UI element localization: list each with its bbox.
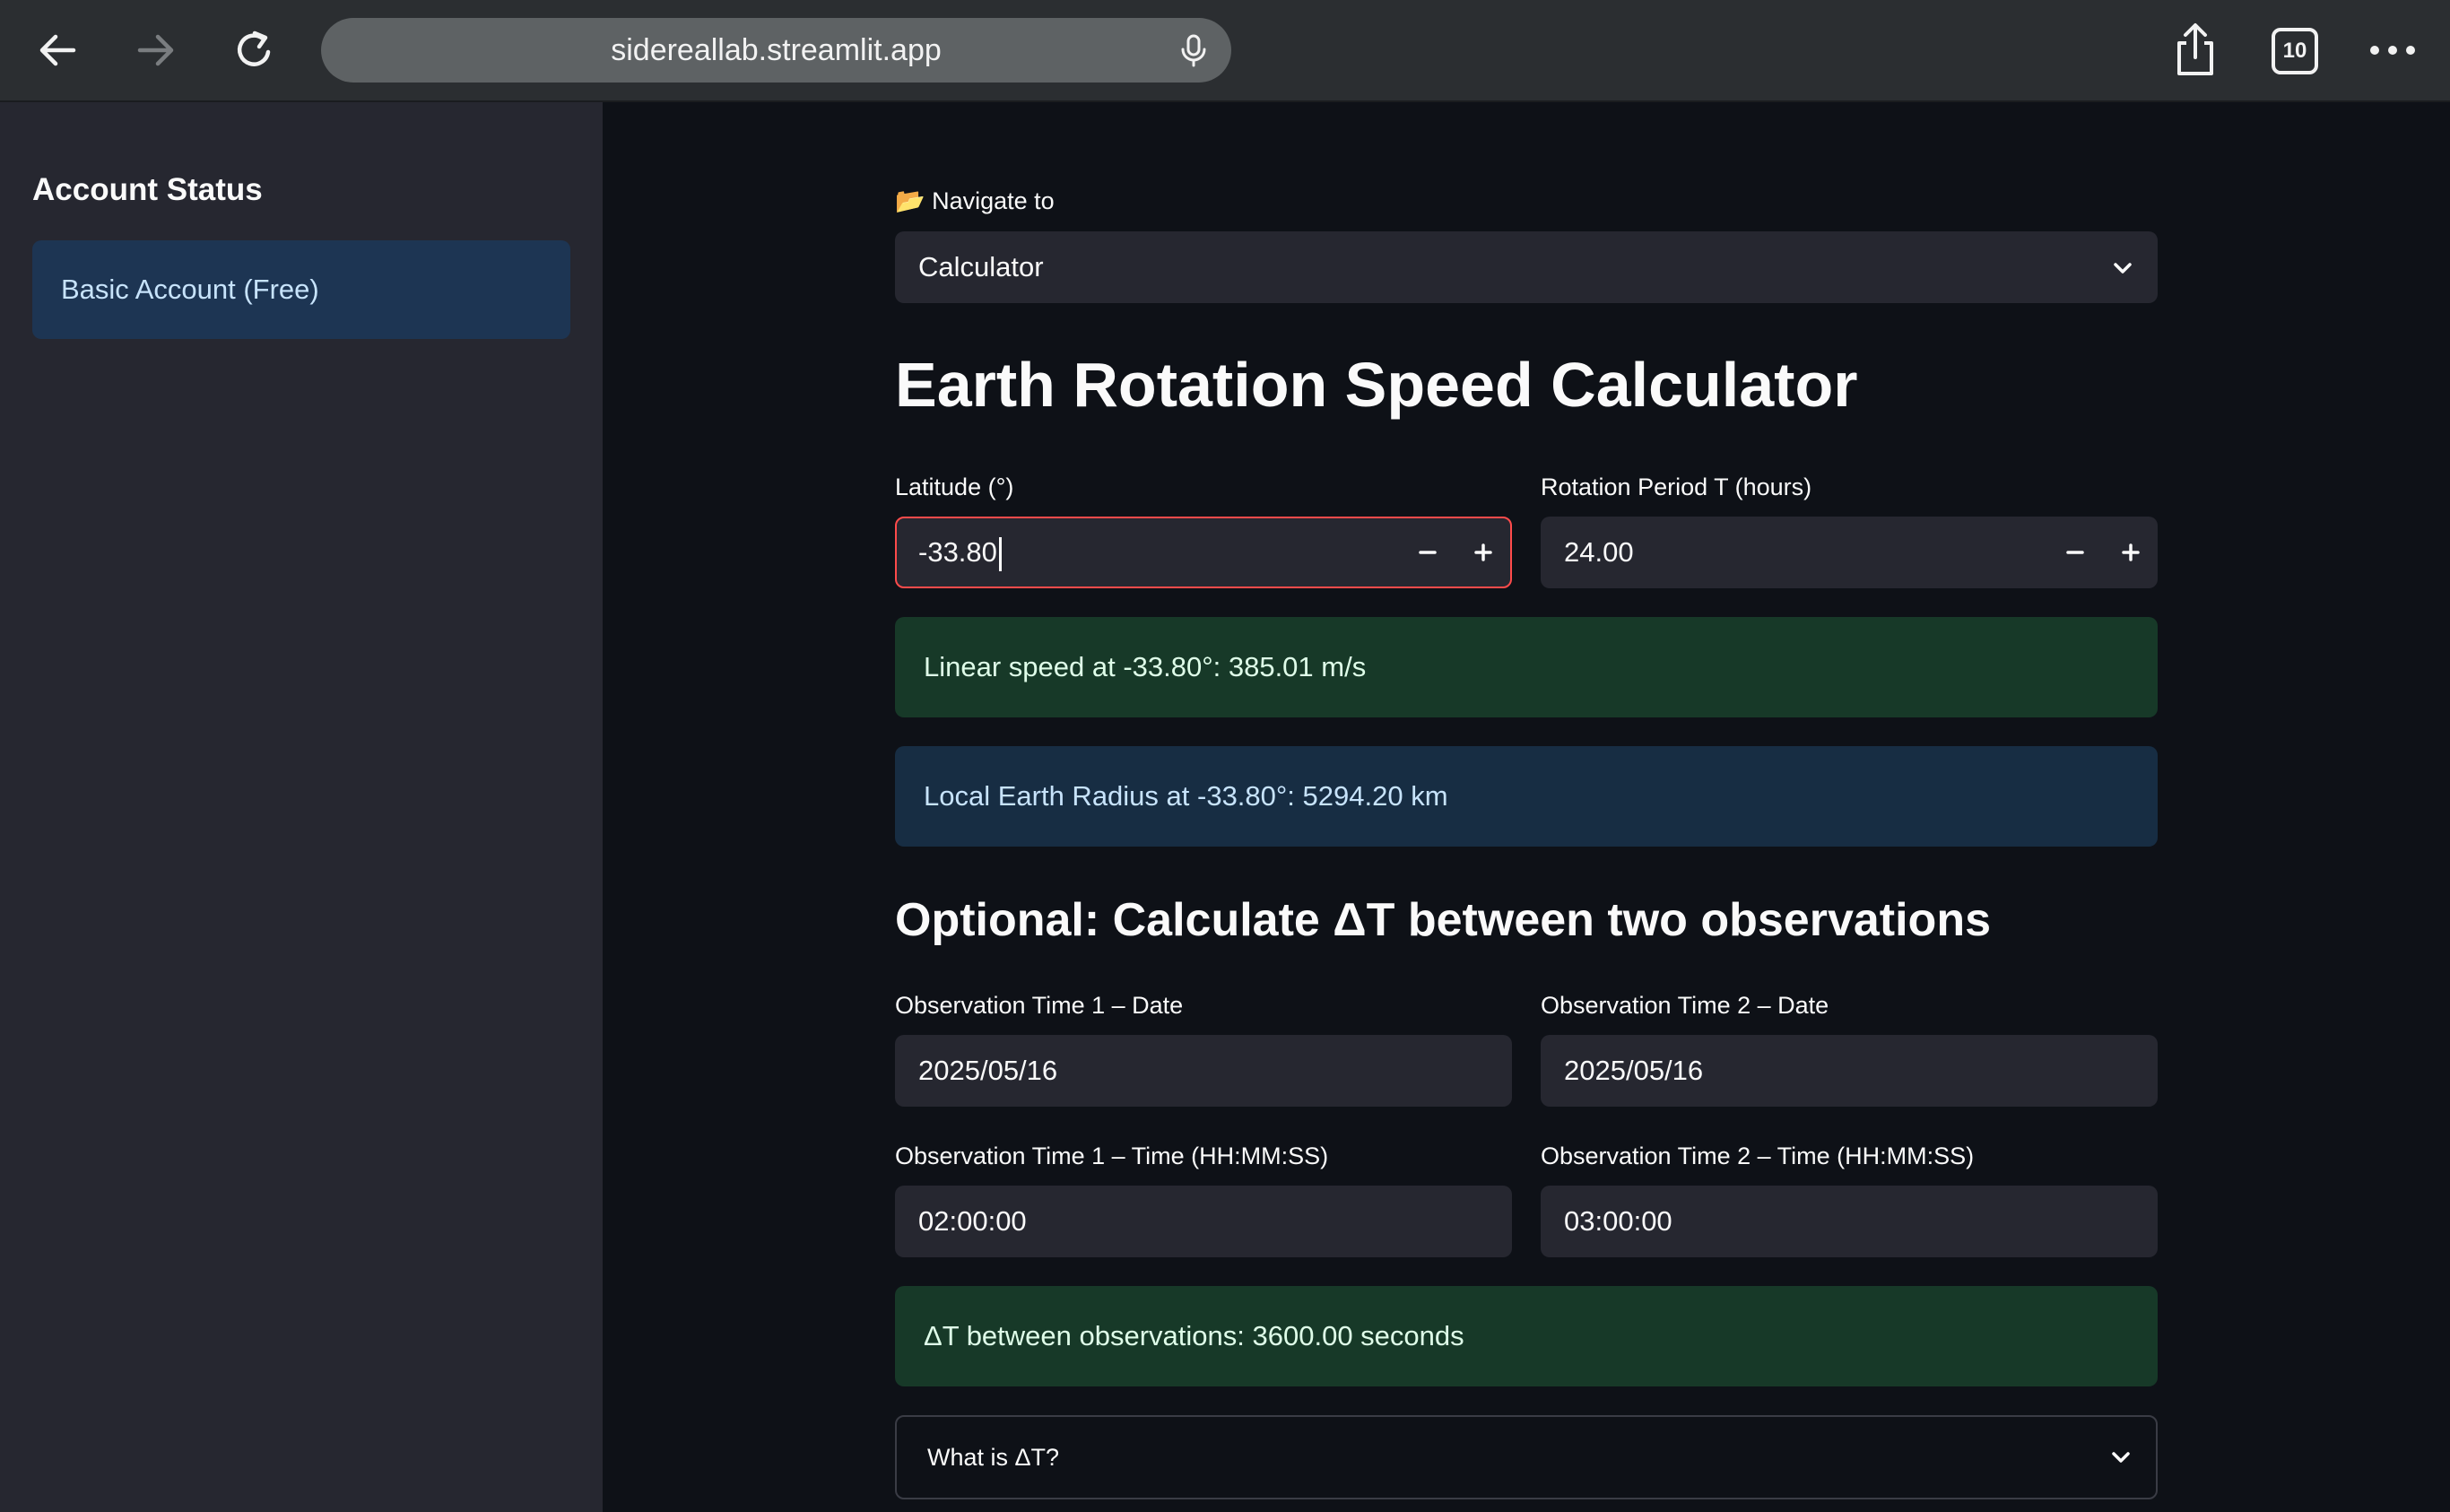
expander-label: What is ΔT?: [927, 1444, 1060, 1471]
tabs-icon[interactable]: 10: [2272, 28, 2318, 74]
delta-t-result: ΔT between observations: 3600.00 seconds: [895, 1286, 2158, 1386]
obs2-time-value: 03:00:00: [1564, 1205, 1672, 1237]
linear-speed-text: Linear speed at -33.80°: 385.01 m/s: [924, 651, 1367, 682]
microphone-icon[interactable]: [1176, 32, 1212, 68]
period-decrement-button[interactable]: [2048, 517, 2102, 588]
obs2-time-input[interactable]: 03:00:00: [1541, 1186, 2158, 1257]
period-increment-button[interactable]: [2104, 517, 2158, 588]
rotation-period-input[interactable]: 24.00: [1541, 517, 2158, 588]
obs1-date-input[interactable]: 2025/05/16: [895, 1035, 1512, 1107]
latitude-decrement-button[interactable]: [1401, 518, 1455, 587]
chevron-down-icon: [2112, 1452, 2130, 1463]
obs2-date-value: 2025/05/16: [1564, 1055, 1704, 1086]
forward-arrow-icon[interactable]: [131, 25, 181, 75]
reload-icon[interactable]: [230, 25, 280, 75]
obs1-time-label: Observation Time 1 – Time (HH:MM:SS): [895, 1143, 1329, 1169]
back-arrow-icon[interactable]: [32, 25, 83, 75]
obs1-time-input[interactable]: 02:00:00: [895, 1186, 1512, 1257]
sidebar-title: Account Status: [32, 172, 263, 207]
account-status-text: Basic Account (Free): [61, 274, 319, 305]
delta-t-text: ΔT between observations: 3600.00 seconds: [924, 1320, 1464, 1351]
sidebar: Account Status Basic Account (Free): [0, 102, 603, 1512]
obs2-time-label: Observation Time 2 – Time (HH:MM:SS): [1541, 1143, 1975, 1169]
page-title: Earth Rotation Speed Calculator: [895, 350, 1858, 420]
account-status-badge: Basic Account (Free): [32, 240, 570, 339]
plus-icon: [1474, 543, 1492, 561]
delta-t-section-title: Optional: Calculate ΔT between two obser…: [895, 894, 1991, 946]
latitude-input[interactable]: -33.80: [895, 517, 1512, 588]
navigate-selected-value: Calculator: [918, 251, 1044, 282]
obs2-date-input[interactable]: 2025/05/16: [1541, 1035, 2158, 1107]
chevron-down-icon: [2114, 263, 2132, 274]
obs2-date-label: Observation Time 2 – Date: [1541, 992, 1829, 1019]
share-icon[interactable]: [2170, 22, 2220, 79]
text-caret: [998, 536, 1002, 571]
plus-icon: [2122, 543, 2140, 561]
rotation-period-value: 24.00: [1564, 536, 1634, 568]
latitude-value: -33.80: [918, 536, 997, 568]
rotation-period-label: Rotation Period T (hours): [1541, 474, 1812, 500]
main-content: 📂 Navigate to Calculator Earth Rotation …: [603, 102, 2450, 1512]
local-radius-result: Local Earth Radius at -33.80°: 5294.20 k…: [895, 746, 2158, 847]
more-icon[interactable]: [2367, 39, 2418, 61]
what-is-delta-t-expander[interactable]: What is ΔT?: [895, 1415, 2158, 1499]
minus-icon: [1419, 551, 1437, 554]
obs1-time-value: 02:00:00: [918, 1205, 1027, 1237]
obs1-date-value: 2025/05/16: [918, 1055, 1058, 1086]
address-bar[interactable]: sidereallab.streamlit.app: [321, 18, 1231, 83]
minus-icon: [2066, 551, 2084, 554]
navigate-select[interactable]: Calculator: [895, 231, 2158, 303]
latitude-increment-button[interactable]: [1456, 518, 1510, 587]
linear-speed-result: Linear speed at -33.80°: 385.01 m/s: [895, 617, 2158, 717]
browser-toolbar: sidereallab.streamlit.app 10: [0, 0, 2450, 102]
obs1-date-label: Observation Time 1 – Date: [895, 992, 1184, 1019]
url-text: sidereallab.streamlit.app: [611, 33, 942, 67]
navigate-label: 📂 Navigate to: [895, 187, 1055, 214]
local-radius-text: Local Earth Radius at -33.80°: 5294.20 k…: [924, 780, 1448, 812]
latitude-label: Latitude (°): [895, 474, 1014, 500]
